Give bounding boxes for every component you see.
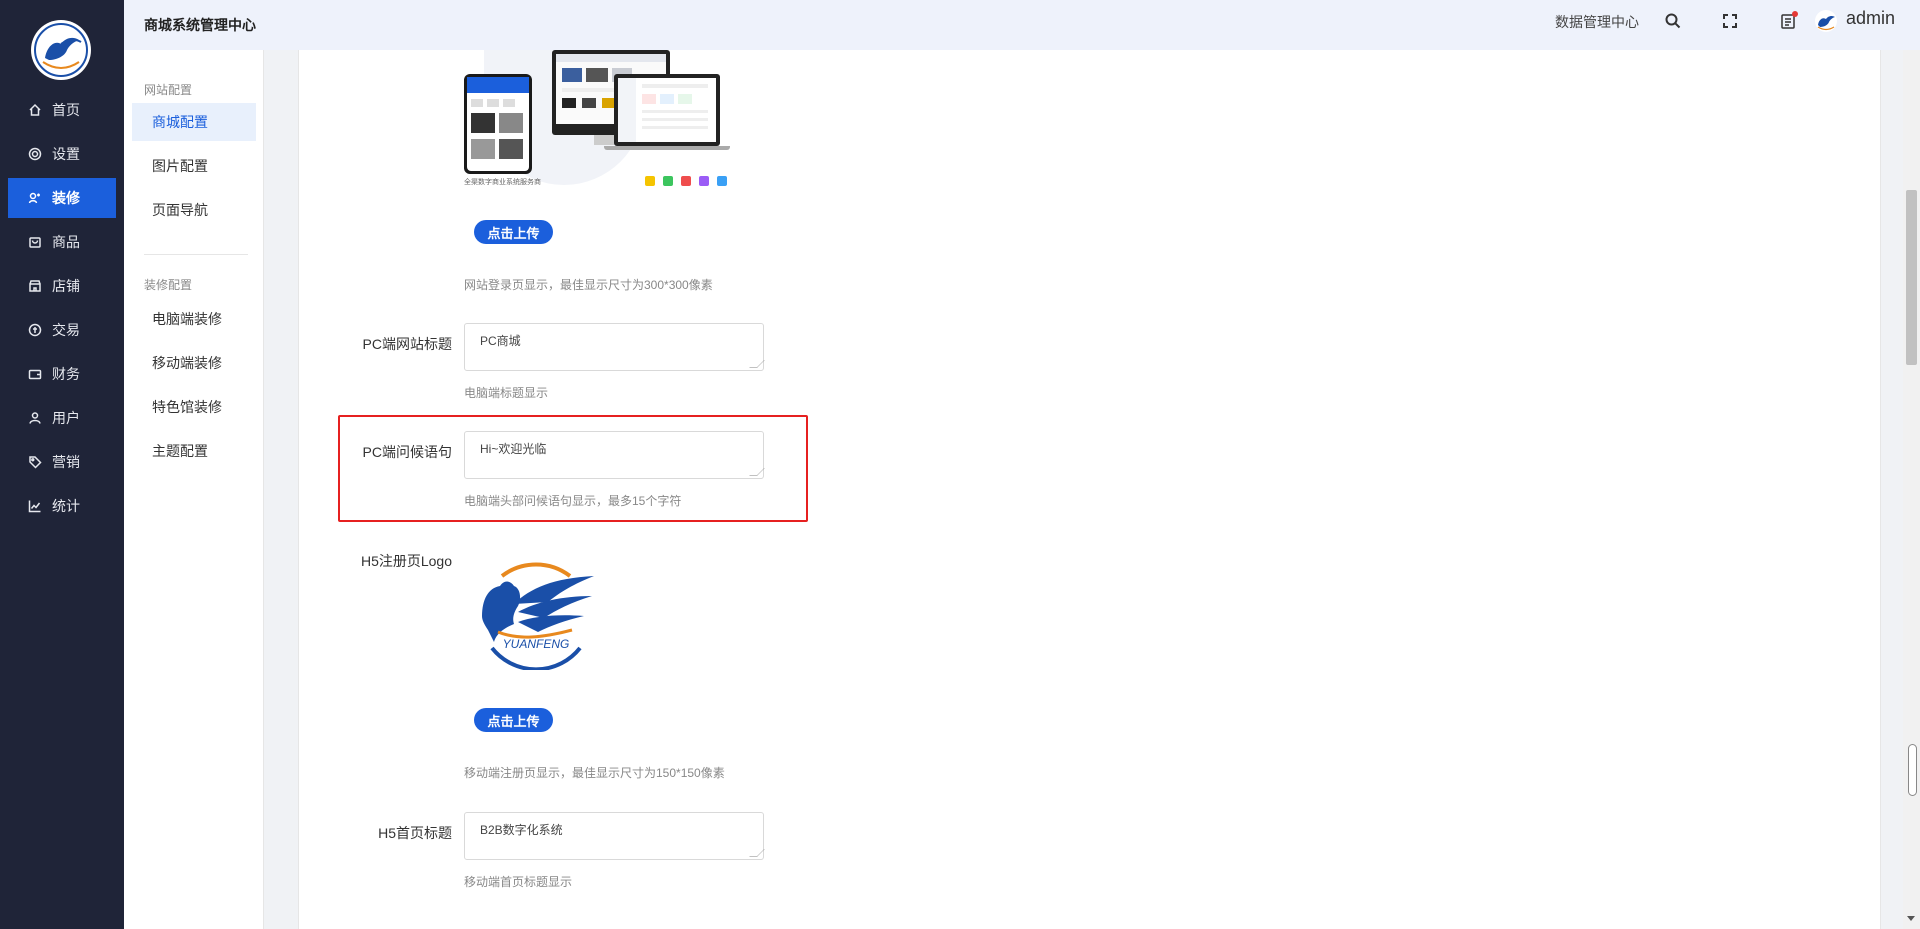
h5-title-textarea[interactable]: B2B数字化系统 [464,812,765,860]
nav-item-label: 装修 [52,190,80,206]
scroll-down-arrow-icon[interactable] [1907,916,1915,921]
resize-handle-icon[interactable] [749,468,765,476]
wallet-icon [28,367,42,381]
notification-badge [1792,11,1798,17]
brush-icon [28,191,42,205]
nav-item-label: 统计 [52,498,80,514]
resize-handle-icon[interactable] [749,360,765,368]
resize-handle-icon[interactable] [749,849,765,857]
nav-item-label: 用户 [52,410,80,426]
subnav-item-mobile-decoration[interactable]: 移动端装修 [132,344,256,382]
pc-greeting-hint: 电脑端头部问候语句显示，最多15个字符 [464,494,682,508]
subnav-group-title: 装修配置 [144,278,193,292]
secondary-sidebar: 网站配置 商城配置 图片配置 页面导航 装修配置 电脑端装修 移动端装修 特色馆… [124,50,264,929]
laptop-mockup [614,74,720,146]
h5-title-hint: 移动端首页标题显示 [464,875,573,889]
nav-item-label: 商品 [52,234,80,250]
color-swatch [681,176,691,186]
nav-item-label: 财务 [52,366,80,382]
login-image-hint: 网站登录页显示，最佳显示尺寸为300*300像素 [464,278,713,292]
logo-wordmark: YUANFENG [503,637,570,651]
subnav-divider [144,254,248,255]
shop-icon [28,279,42,293]
exchange-icon [28,323,42,337]
nav-item-decoration[interactable]: 装修 [8,178,116,218]
pc-greeting-label: PC端问候语句 [362,444,452,460]
phone-content-icon [467,77,529,159]
pc-title-textarea[interactable]: PC商城 [464,323,765,371]
side-drawer-handle[interactable] [1908,744,1917,796]
laptop-base [604,146,730,150]
chart-icon [28,499,42,513]
nav-item-label: 店铺 [52,278,80,294]
nav-item-home[interactable]: 首页 [8,90,116,130]
h5-logo-label: H5注册页Logo [360,553,452,569]
nav-item-products[interactable]: 商品 [8,222,116,262]
user-icon [28,411,42,425]
color-swatch [663,176,673,186]
pegasus-logo-icon: YUANFENG [482,562,594,672]
nav-item-statistics[interactable]: 统计 [8,486,116,526]
subnav-item-image-config[interactable]: 图片配置 [132,147,256,185]
nav-item-label: 首页 [52,102,80,118]
scroll-thumb[interactable] [1906,190,1917,365]
laptop-screen [618,78,716,142]
nav-item-label: 交易 [52,322,80,338]
h5-logo-preview: YUANFENG [474,558,598,672]
box-icon [28,235,42,249]
upload-h5-logo-button[interactable]: 点击上传 [474,708,553,732]
login-image-preview: 全渠数字商业系统服务商 [464,50,734,190]
nav-item-trade[interactable]: 交易 [8,310,116,350]
top-header: 商城系统管理中心 数据管理中心 admin [124,0,1920,50]
pc-greeting-textarea[interactable]: Hi~欢迎光临 [464,431,765,479]
subnav-item-theme-config[interactable]: 主题配置 [132,432,256,470]
pc-title-label: PC端网站标题 [362,336,452,352]
avatar[interactable] [1815,10,1837,32]
nav-item-finance[interactable]: 财务 [8,354,116,394]
nav-item-settings[interactable]: 设置 [8,134,116,174]
subnav-item-mall-config[interactable]: 商城配置 [132,103,256,141]
subnav-group-title: 网站配置 [144,83,193,97]
nav-item-label: 营销 [52,454,80,470]
data-center-link[interactable]: 数据管理中心 [1555,12,1639,32]
color-swatch [699,176,709,186]
pc-greeting-value: Hi~欢迎光临 [480,442,547,456]
pc-title-value: PC商城 [480,334,521,348]
nav-item-users[interactable]: 用户 [8,398,116,438]
laptop-content-icon [618,78,708,142]
upload-login-image-button[interactable]: 点击上传 [474,220,553,244]
page-scrollbar[interactable] [1903,50,1920,929]
page-title: 商城系统管理中心 [144,17,256,33]
username[interactable]: admin [1846,8,1895,29]
subnav-item-feature-decoration[interactable]: 特色馆装修 [132,388,256,426]
h5-title-value: B2B数字化系统 [480,823,563,837]
home-icon [28,103,42,117]
tag-icon [28,455,42,469]
phone-screen [467,77,529,171]
brand-logo[interactable] [31,20,91,80]
pegasus-logo-icon [34,23,88,77]
color-swatch [717,176,727,186]
pc-title-hint: 电脑端标题显示 [464,386,549,400]
h5-title-label: H5首页标题 [378,825,452,841]
h5-logo-hint: 移动端注册页显示，最佳显示尺寸为150*150像素 [464,766,725,780]
phone-mockup [464,74,532,174]
color-swatch [645,176,655,186]
preview-caption: 全渠数字商业系统服务商 [464,179,541,186]
nav-item-marketing[interactable]: 营销 [8,442,116,482]
gear-icon [28,147,42,161]
notification-icon[interactable] [1778,11,1798,31]
nav-item-shop[interactable]: 店铺 [8,266,116,306]
subnav-item-page-navigation[interactable]: 页面导航 [132,191,256,229]
subnav-item-pc-decoration[interactable]: 电脑端装修 [132,300,256,338]
search-icon[interactable] [1663,11,1683,31]
nav-item-label: 设置 [52,146,80,162]
fullscreen-icon[interactable] [1720,11,1740,31]
main-sidebar: 首页 设置 装修 商品 店铺 交易 财务 用户 营销 统计 [0,0,124,929]
